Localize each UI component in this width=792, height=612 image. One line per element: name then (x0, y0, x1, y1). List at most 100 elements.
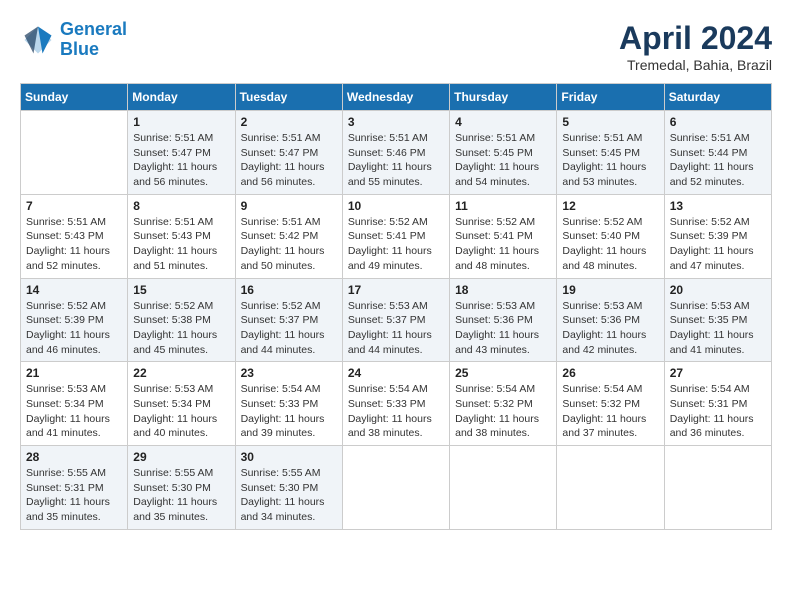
calendar-cell: 12 Sunrise: 5:52 AM Sunset: 5:40 PM Dayli… (557, 194, 664, 278)
calendar-cell: 2 Sunrise: 5:51 AM Sunset: 5:47 PM Daylig… (235, 111, 342, 195)
calendar-cell: 6 Sunrise: 5:51 AM Sunset: 5:44 PM Daylig… (664, 111, 771, 195)
day-number: 30 (241, 450, 337, 464)
calendar-cell: 13 Sunrise: 5:52 AM Sunset: 5:39 PM Dayli… (664, 194, 771, 278)
calendar-cell: 15Sunrise: 5:52 AM Sunset: 5:38 PM Dayli… (128, 278, 235, 362)
day-number: 29 (133, 450, 229, 464)
day-number: 20 (670, 283, 766, 297)
day-info: Sunrise: 5:52 AM Sunset: 5:37 PM Dayligh… (241, 299, 337, 358)
day-info: Sunrise: 5:51 AM Sunset: 5:46 PM Dayligh… (348, 131, 444, 190)
calendar-cell (557, 446, 664, 530)
day-number: 1 (133, 115, 229, 129)
calendar-week-row: 28 Sunrise: 5:55 AM Sunset: 5:31 PM Dayli… (21, 446, 772, 530)
calendar-cell: 22 Sunrise: 5:53 AM Sunset: 5:34 PM Dayli… (128, 362, 235, 446)
calendar-cell: 4 Sunrise: 5:51 AM Sunset: 5:45 PM Daylig… (450, 111, 557, 195)
calendar-cell: 7Sunrise: 5:51 AM Sunset: 5:43 PM Daylig… (21, 194, 128, 278)
day-info: Sunrise: 5:53 AM Sunset: 5:36 PM Dayligh… (455, 299, 551, 358)
day-info: Sunrise: 5:54 AM Sunset: 5:32 PM Dayligh… (455, 382, 551, 441)
calendar-cell: 21Sunrise: 5:53 AM Sunset: 5:34 PM Dayli… (21, 362, 128, 446)
day-number: 13 (670, 199, 766, 213)
calendar-cell: 10Sunrise: 5:52 AM Sunset: 5:41 PM Dayli… (342, 194, 449, 278)
day-info: Sunrise: 5:53 AM Sunset: 5:34 PM Dayligh… (133, 382, 229, 441)
calendar-cell (664, 446, 771, 530)
calendar-cell: 27 Sunrise: 5:54 AM Sunset: 5:31 PM Dayli… (664, 362, 771, 446)
weekday-header-friday: Friday (557, 84, 664, 111)
logo-general: General (60, 19, 127, 39)
day-number: 18 (455, 283, 551, 297)
weekday-header-thursday: Thursday (450, 84, 557, 111)
day-number: 7 (26, 199, 122, 213)
day-number: 27 (670, 366, 766, 380)
day-info: Sunrise: 5:51 AM Sunset: 5:45 PM Dayligh… (562, 131, 658, 190)
weekday-header-row: SundayMondayTuesdayWednesdayThursdayFrid… (21, 84, 772, 111)
day-number: 14 (26, 283, 122, 297)
day-info: Sunrise: 5:52 AM Sunset: 5:40 PM Dayligh… (562, 215, 658, 274)
day-number: 26 (562, 366, 658, 380)
calendar-cell: 23 Sunrise: 5:54 AM Sunset: 5:33 PM Dayli… (235, 362, 342, 446)
calendar-cell: 9Sunrise: 5:51 AM Sunset: 5:42 PM Daylig… (235, 194, 342, 278)
page-header: General Blue April 2024 Tremedal, Bahia,… (20, 20, 772, 73)
day-number: 2 (241, 115, 337, 129)
calendar-week-row: 14Sunrise: 5:52 AM Sunset: 5:39 PM Dayli… (21, 278, 772, 362)
day-info: Sunrise: 5:52 AM Sunset: 5:41 PM Dayligh… (455, 215, 551, 274)
calendar-cell: 24 Sunrise: 5:54 AM Sunset: 5:33 PM Dayli… (342, 362, 449, 446)
day-number: 22 (133, 366, 229, 380)
day-number: 24 (348, 366, 444, 380)
day-info: Sunrise: 5:53 AM Sunset: 5:36 PM Dayligh… (562, 299, 658, 358)
calendar-cell: 1 Sunrise: 5:51 AM Sunset: 5:47 PM Daylig… (128, 111, 235, 195)
day-number: 15 (133, 283, 229, 297)
calendar-cell: 25 Sunrise: 5:54 AM Sunset: 5:32 PM Dayli… (450, 362, 557, 446)
day-info: Sunrise: 5:51 AM Sunset: 5:47 PM Dayligh… (133, 131, 229, 190)
day-info: Sunrise: 5:55 AM Sunset: 5:31 PM Dayligh… (26, 466, 122, 525)
day-number: 6 (670, 115, 766, 129)
day-info: Sunrise: 5:53 AM Sunset: 5:34 PM Dayligh… (26, 382, 122, 441)
day-info: Sunrise: 5:52 AM Sunset: 5:39 PM Dayligh… (670, 215, 766, 274)
day-info: Sunrise: 5:54 AM Sunset: 5:32 PM Dayligh… (562, 382, 658, 441)
day-info: Sunrise: 5:55 AM Sunset: 5:30 PM Dayligh… (133, 466, 229, 525)
logo-icon (20, 22, 56, 58)
day-info: Sunrise: 5:51 AM Sunset: 5:43 PM Dayligh… (133, 215, 229, 274)
calendar-cell: 29 Sunrise: 5:55 AM Sunset: 5:30 PM Dayli… (128, 446, 235, 530)
day-info: Sunrise: 5:55 AM Sunset: 5:30 PM Dayligh… (241, 466, 337, 525)
calendar-week-row: 7 Sunrise: 5:51 AM Sunset: 5:43 PM Daylig… (21, 194, 772, 278)
calendar-cell (342, 446, 449, 530)
calendar-cell: 30 Sunrise: 5:55 AM Sunset: 5:30 PM Dayli… (235, 446, 342, 530)
title-block: April 2024 Tremedal, Bahia, Brazil (619, 20, 772, 73)
day-number: 4 (455, 115, 551, 129)
calendar-cell: 17Sunrise: 5:53 AM Sunset: 5:37 PM Dayli… (342, 278, 449, 362)
calendar-cell (450, 446, 557, 530)
location-subtitle: Tremedal, Bahia, Brazil (619, 57, 772, 73)
day-info: Sunrise: 5:54 AM Sunset: 5:33 PM Dayligh… (241, 382, 337, 441)
logo: General Blue (20, 20, 127, 60)
day-number: 23 (241, 366, 337, 380)
month-title: April 2024 (619, 20, 772, 57)
calendar-cell: 26 Sunrise: 5:54 AM Sunset: 5:32 PM Dayli… (557, 362, 664, 446)
day-info: Sunrise: 5:54 AM Sunset: 5:33 PM Dayligh… (348, 382, 444, 441)
weekday-header-sunday: Sunday (21, 84, 128, 111)
day-number: 25 (455, 366, 551, 380)
calendar-cell: 3 Sunrise: 5:51 AM Sunset: 5:46 PM Daylig… (342, 111, 449, 195)
day-info: Sunrise: 5:53 AM Sunset: 5:35 PM Dayligh… (670, 299, 766, 358)
logo-blue: Blue (60, 39, 99, 59)
weekday-header-wednesday: Wednesday (342, 84, 449, 111)
day-number: 28 (26, 450, 122, 464)
calendar-cell: 20 Sunrise: 5:53 AM Sunset: 5:35 PM Dayli… (664, 278, 771, 362)
calendar-cell (21, 111, 128, 195)
day-number: 19 (562, 283, 658, 297)
day-number: 16 (241, 283, 337, 297)
day-number: 5 (562, 115, 658, 129)
weekday-header-saturday: Saturday (664, 84, 771, 111)
day-number: 11 (455, 199, 551, 213)
day-info: Sunrise: 5:53 AM Sunset: 5:37 PM Dayligh… (348, 299, 444, 358)
day-number: 9 (241, 199, 337, 213)
day-number: 3 (348, 115, 444, 129)
day-number: 12 (562, 199, 658, 213)
calendar-cell: 16 Sunrise: 5:52 AM Sunset: 5:37 PM Dayli… (235, 278, 342, 362)
day-info: Sunrise: 5:51 AM Sunset: 5:44 PM Dayligh… (670, 131, 766, 190)
calendar-week-row: 21Sunrise: 5:53 AM Sunset: 5:34 PM Dayli… (21, 362, 772, 446)
day-number: 8 (133, 199, 229, 213)
calendar-table: SundayMondayTuesdayWednesdayThursdayFrid… (20, 83, 772, 530)
day-info: Sunrise: 5:51 AM Sunset: 5:45 PM Dayligh… (455, 131, 551, 190)
calendar-cell: 14Sunrise: 5:52 AM Sunset: 5:39 PM Dayli… (21, 278, 128, 362)
day-info: Sunrise: 5:54 AM Sunset: 5:31 PM Dayligh… (670, 382, 766, 441)
day-info: Sunrise: 5:51 AM Sunset: 5:47 PM Dayligh… (241, 131, 337, 190)
